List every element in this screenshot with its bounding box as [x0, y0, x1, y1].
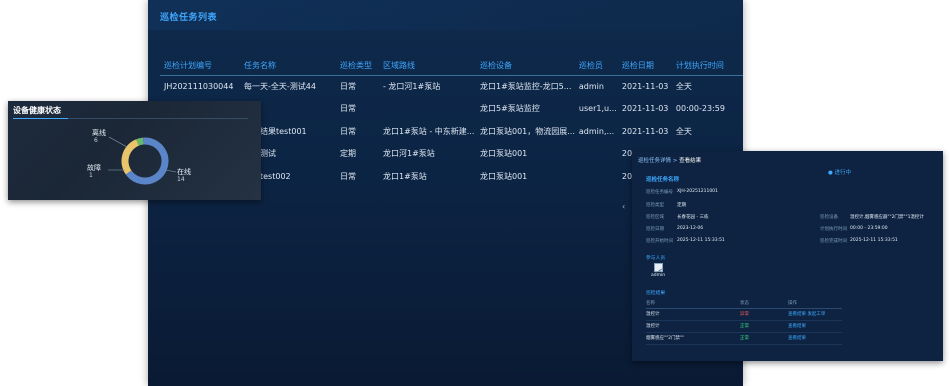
result-name: 烟雾感应""2门禁"" [646, 332, 740, 345]
col-task-name[interactable]: 任务名称 [240, 56, 336, 76]
cell-device: 龙口泵站001 [480, 171, 528, 181]
fault-count: 1 [89, 172, 93, 179]
result-name: 温控计 [646, 320, 740, 333]
section-results: 巡检结果 [646, 291, 666, 296]
breadcrumb: 巡检任务详情 > 查看结果 [638, 156, 701, 164]
col-action: 操作 [788, 299, 842, 309]
col-name: 名称 [646, 299, 740, 309]
cell-type: 日常 [340, 126, 356, 136]
plan-no-key: 巡检任务编号 [646, 190, 673, 195]
start-time-value: 2025-12-11 15:33:51 [677, 238, 725, 243]
date-key: 巡检日期 [646, 227, 664, 232]
screenshot-stage: 巡检任务列表 巡检计划编号 任务名称 巡检类型 区域路线 巡检设备 巡检员 巡检… [0, 0, 950, 386]
result-action-link[interactable]: 查看结果 [788, 320, 842, 333]
results-table: 名称 状态 操作 温控计 异常 查看结果 发起工单 温控计 正常 查看结果 烟雾… [646, 299, 842, 345]
result-status: 异常 [740, 308, 788, 321]
end-time-value: 2025-12-11 15:33:51 [850, 238, 898, 243]
person-name: admin [651, 273, 666, 278]
health-donut-chart [108, 136, 177, 185]
col-type[interactable]: 巡检类型 [336, 56, 379, 76]
section-task-name: 巡检任务名称 [646, 177, 680, 183]
cell-device: 龙口1#泵站监控-龙口5... [480, 82, 572, 91]
col-plan-no[interactable]: 巡检计划编号 [160, 56, 240, 76]
cell-plan-no: JH202111030044 [164, 82, 234, 91]
plan-time-key: 计划执行时间 [820, 227, 847, 232]
cell-task-name: 每一天-全天-测试44 [244, 82, 316, 91]
section-people: 参与人员 [646, 256, 666, 261]
cell-inspector [575, 143, 618, 166]
cell-inspector [575, 165, 618, 188]
legend-offline: 离线 6 [92, 129, 106, 145]
cell-route: - 龙口河1#泵站 [383, 82, 441, 91]
cell-exec-time: 00:00-23:59 [675, 104, 725, 114]
cell-inspector: admin,... [578, 126, 615, 136]
result-name: 温控计 [646, 308, 740, 321]
table-row: 烟雾感应""2门禁"" 正常 查看结果 [646, 332, 842, 345]
plan-no-value: XJH-20251211001 [677, 189, 718, 194]
cell-device: 龙口5#泵站监控 [480, 104, 540, 114]
breadcrumb-current: 查看结果 [679, 158, 702, 164]
result-status: 正常 [740, 320, 788, 333]
online-label: 在线 [177, 168, 191, 176]
online-count: 14 [177, 176, 185, 183]
type-key: 巡检类型 [646, 203, 664, 208]
plan-time-value: 00:00 - 23:59:00 [850, 226, 888, 231]
col-exec-time[interactable]: 计划执行时间 [671, 56, 743, 76]
cell-date: 2021-11-03 [621, 82, 669, 91]
cell-exec-time: 全天 [675, 126, 692, 136]
result-status: 正常 [740, 332, 788, 345]
table-row: 温控计 异常 查看结果 发起工单 [646, 308, 842, 321]
cell-type: 定期 [340, 149, 356, 159]
cell-date: 2021-11-03 [621, 126, 669, 136]
breadcrumb-parent[interactable]: 巡检任务详情 [638, 158, 671, 164]
cell-date: 2021-11-03 [621, 104, 669, 114]
cell-route: 龙口河1#泵站 [383, 149, 435, 159]
cell-type: 日常 [340, 82, 356, 91]
device-health-card: 设备健康状态 离线 6 故障 1 在线 14 [8, 101, 261, 200]
cell-device: 龙口泵站001 [480, 149, 528, 159]
type-value: 定期 [677, 203, 686, 208]
fault-label: 故障 [87, 164, 101, 172]
result-action-link[interactable]: 查看结果 发起工单 [788, 308, 842, 321]
legend-fault: 故障 1 [87, 164, 101, 180]
leader-line [165, 169, 177, 173]
cell-type: 日常 [340, 171, 356, 181]
table-row[interactable]: JH202111030044 每一天-全天-测试44 日常 - 龙口河1#泵站 … [160, 75, 743, 98]
leader-line [108, 136, 128, 148]
cell-inspector: user1,u... [578, 104, 617, 114]
area-key: 巡检区域 [646, 215, 664, 220]
cell-route: 龙口1#泵站 - 中东新建... [383, 126, 475, 136]
results-header-row: 名称 状态 操作 [646, 299, 842, 309]
date-value: 2023-12-06 [677, 226, 704, 231]
offline-label: 离线 [92, 129, 106, 137]
offline-count: 6 [94, 137, 98, 144]
table-row: 温控计 正常 查看结果 [646, 320, 842, 333]
edit-user-icon [654, 263, 663, 272]
device-value: 温控计,烟雾感应器""2门禁""1温控计 [850, 215, 924, 220]
table-header-row: 巡检计划编号 任务名称 巡检类型 区域路线 巡检设备 巡检员 巡检日期 计划执行… [160, 56, 743, 76]
end-time-key: 巡检完成时间 [820, 239, 847, 244]
cell-inspector: admin [578, 82, 604, 91]
page-title: 巡检任务列表 [160, 13, 218, 23]
breadcrumb-separator: > [672, 158, 678, 164]
cell-route [379, 98, 476, 121]
result-action-link[interactable]: 查看结果 [788, 332, 842, 345]
area-value: 长春花园 - 三栋 [677, 215, 709, 220]
col-inspector[interactable]: 巡检员 [574, 56, 618, 76]
cell-type: 日常 [340, 104, 356, 114]
col-status: 状态 [740, 299, 788, 309]
panel-titlebar [148, 0, 743, 30]
start-time-key: 巡检开始时间 [646, 239, 673, 244]
col-route[interactable]: 区域路线 [379, 56, 476, 76]
task-result-detail-panel: ‹ 巡检任务详情 > 查看结果 ● 进行中 巡检任务名称 巡检任务编号 XJH-… [622, 151, 943, 361]
col-date[interactable]: 巡检日期 [617, 56, 672, 76]
device-key: 巡检设备 [820, 215, 838, 220]
cell-exec-time: 全天 [675, 82, 692, 91]
col-device[interactable]: 巡检设备 [476, 56, 575, 76]
cell-device: 龙口泵站001，物流园展... [480, 126, 575, 136]
status-badge: ● 进行中 [828, 170, 852, 176]
chevron-left-icon[interactable]: ‹ [622, 202, 625, 211]
cell-route: 龙口1#泵站 [383, 171, 427, 181]
legend-online: 在线 14 [177, 168, 191, 184]
